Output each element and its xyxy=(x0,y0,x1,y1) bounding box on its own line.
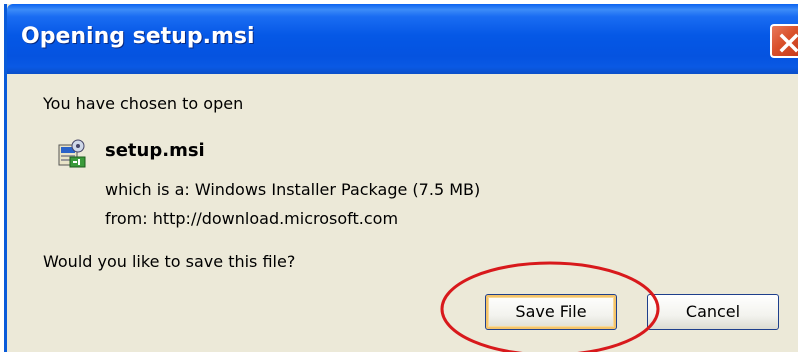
cancel-button[interactable]: Cancel xyxy=(647,294,779,330)
close-button[interactable] xyxy=(770,24,798,58)
page: Opening setup.msi You have chosen to ope… xyxy=(0,0,798,352)
file-source-line: from: http://download.microsoft.com xyxy=(105,209,399,228)
save-question: Would you like to save this file? xyxy=(43,252,296,271)
file-name: setup.msi xyxy=(105,140,205,161)
download-dialog: Opening setup.msi You have chosen to ope… xyxy=(4,4,798,352)
file-type-line: which is a: Windows Installer Package (7… xyxy=(105,180,481,199)
dialog-title: Opening setup.msi xyxy=(21,24,255,49)
close-icon xyxy=(779,33,798,53)
intro-text: You have chosen to open xyxy=(43,94,244,113)
installer-package-icon xyxy=(58,139,86,168)
title-bar[interactable]: Opening setup.msi xyxy=(7,4,798,74)
save-file-button[interactable]: Save File xyxy=(485,294,617,330)
